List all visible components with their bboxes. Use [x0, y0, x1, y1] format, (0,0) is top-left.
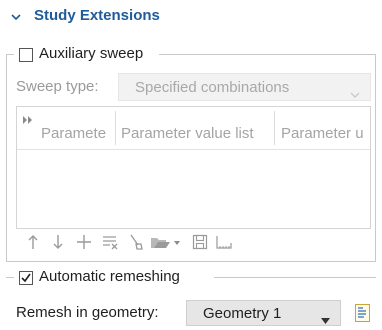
dropdown-triangle-icon	[321, 311, 330, 328]
sweep-type-label: Sweep type:	[16, 78, 99, 95]
remesh-geometry-value: Geometry 1	[203, 305, 282, 322]
column-separator	[274, 111, 275, 145]
delete-rows-icon[interactable]	[100, 232, 120, 252]
table-layout-icon[interactable]	[214, 232, 234, 252]
save-icon[interactable]	[190, 232, 210, 252]
parameter-table[interactable]: Paramete Parameter value list Parameter …	[16, 106, 371, 229]
load-from-file-icon[interactable]	[150, 232, 182, 252]
chevron-down-icon	[350, 85, 360, 102]
auxiliary-sweep-checkbox[interactable]	[19, 48, 33, 62]
remesh-in-geometry-label: Remesh in geometry:	[16, 304, 159, 321]
column-separator	[115, 111, 116, 145]
remesh-geometry-select[interactable]: Geometry 1	[186, 300, 341, 326]
sweep-type-select[interactable]: Specified combinations	[118, 73, 371, 101]
column-header-value-list[interactable]: Parameter value list	[121, 125, 271, 142]
automatic-remeshing-checkbox[interactable]	[19, 271, 33, 285]
automatic-remeshing-label[interactable]: Automatic remeshing	[39, 268, 180, 285]
move-up-icon[interactable]	[23, 232, 43, 252]
move-down-icon[interactable]	[48, 232, 68, 252]
expand-all-icon[interactable]	[23, 111, 33, 128]
column-header-unit[interactable]: Parameter u	[281, 125, 369, 142]
collapse-chevron-icon[interactable]	[10, 10, 22, 22]
clear-table-icon[interactable]	[126, 232, 146, 252]
sweep-type-value: Specified combinations	[135, 79, 290, 96]
table-header: Paramete Parameter value list Parameter …	[17, 107, 370, 150]
go-to-source-icon[interactable]	[352, 300, 374, 326]
section-title[interactable]: Study Extensions	[34, 7, 160, 24]
auxiliary-sweep-label[interactable]: Auxiliary sweep	[39, 45, 143, 62]
column-header-parameter-name[interactable]: Paramete	[41, 125, 112, 142]
add-icon[interactable]	[74, 232, 94, 252]
